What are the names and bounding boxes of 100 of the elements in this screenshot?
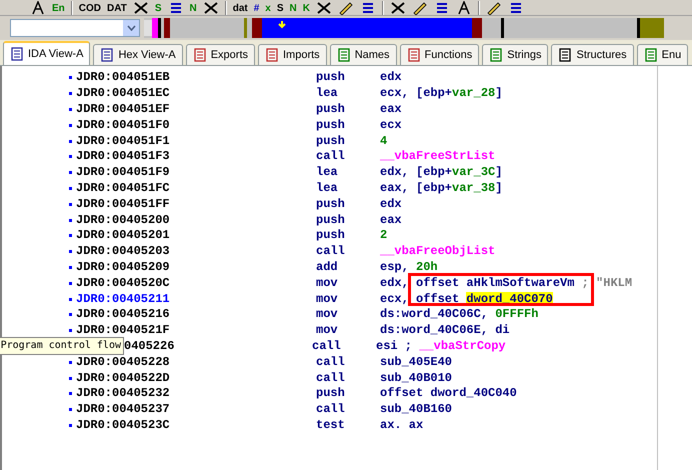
- tab[interactable]: Imports: [258, 44, 327, 65]
- tooltip: Program control flow: [0, 337, 124, 356]
- address[interactable]: JDR0:0040521F: [76, 323, 316, 338]
- tab[interactable]: Enu: [636, 44, 688, 65]
- bullet-icon: [69, 408, 72, 412]
- address[interactable]: 0405226: [124, 338, 312, 354]
- mnemonic: push: [316, 70, 346, 86]
- operand: ecx: [380, 118, 402, 133]
- operand: eax: [380, 102, 402, 117]
- operand: ax. ax: [380, 418, 424, 433]
- chevron-down-icon: [126, 25, 136, 31]
- operand: offset dword_40C040: [380, 386, 517, 402]
- tab-icon: [489, 48, 504, 62]
- address[interactable]: JDR0:004051F0: [76, 118, 316, 133]
- address[interactable]: JDR0:00405203: [76, 244, 316, 260]
- tab[interactable]: Structures: [551, 44, 634, 65]
- address[interactable]: JDR0:00405237: [76, 402, 316, 418]
- bullet-icon: [69, 376, 72, 380]
- operand: edx, offset aHklmSoftwareVm ; "HKLM: [380, 276, 632, 291]
- bullet-icon: [69, 76, 72, 80]
- bullet-icon: [69, 186, 72, 190]
- mnemonic: push: [316, 386, 346, 402]
- bullet-icon: [69, 392, 72, 396]
- toolbar-label[interactable]: #: [254, 3, 260, 15]
- operand: ecx, [ebp+var_28]: [380, 86, 502, 102]
- mnemonic: push: [316, 212, 346, 228]
- toolbar-icon[interactable]: [316, 1, 332, 15]
- operand: __vbaFreeStrList: [380, 149, 496, 164]
- operand: sub_405E40: [380, 354, 452, 370]
- mnemonic: call: [316, 402, 346, 418]
- operand: ecx, offset dword_40C070: [380, 292, 553, 307]
- bullet-icon: [69, 360, 72, 364]
- toolbar-label[interactable]: COD: [78, 3, 102, 15]
- bullet-icon: [69, 313, 72, 316]
- operand: esp, 20h: [380, 260, 438, 275]
- operand: sub_40B010: [380, 370, 452, 386]
- toolbar-icon[interactable]: [508, 1, 524, 15]
- toolbar-icon[interactable]: [390, 1, 406, 15]
- tab[interactable]: Strings: [482, 44, 548, 65]
- address[interactable]: JDR0:0040520C: [76, 276, 316, 291]
- mnemonic: lea: [316, 165, 339, 180]
- address[interactable]: JDR0:004051FC: [76, 180, 316, 196]
- address[interactable]: JDR0:004051EC: [76, 86, 316, 102]
- bullet-icon: [69, 298, 72, 301]
- address[interactable]: JDR0:004051F1: [76, 134, 316, 149]
- address[interactable]: JDR0:004051FF: [76, 196, 316, 212]
- bullet-icon: [69, 234, 72, 238]
- toolbar-icon[interactable]: [30, 1, 46, 15]
- mnemonic: lea: [316, 86, 339, 102]
- address[interactable]: JDR0:004051F3: [76, 149, 316, 164]
- bullet-icon: [69, 202, 72, 206]
- dropdown-button[interactable]: [123, 20, 139, 36]
- tab[interactable]: Names: [330, 44, 397, 65]
- address[interactable]: JDR0:0040522D: [76, 370, 316, 386]
- address[interactable]: JDR0:004051EB: [76, 70, 316, 86]
- toolbar-icon[interactable]: [202, 1, 219, 15]
- operand: ds:word_40C06C, 0FFFFh: [380, 307, 538, 322]
- address[interactable]: JDR0:0040523C: [76, 418, 316, 433]
- tab-icon: [558, 48, 572, 62]
- tab-icon: [265, 48, 279, 62]
- mnemonic: mov: [316, 292, 339, 307]
- operand: esi ; __vbaStrCopy: [376, 338, 506, 354]
- toolbar-icon[interactable]: [434, 1, 450, 15]
- tab[interactable]: IDA View-A: [3, 41, 90, 65]
- operand: edx: [380, 70, 402, 86]
- address[interactable]: JDR0:00405232: [76, 386, 316, 402]
- tab-icon: [406, 48, 421, 62]
- mnemonic: mov: [316, 276, 339, 291]
- bullet-icon: [69, 424, 72, 427]
- mnemonic: test: [316, 418, 346, 433]
- address[interactable]: JDR0:00405228: [76, 354, 316, 370]
- tab-icon: [100, 48, 114, 62]
- tab[interactable]: Functions: [400, 44, 480, 65]
- bullet-icon: [69, 92, 72, 96]
- bullet-icon: [69, 282, 72, 285]
- toolbar-label[interactable]: S: [276, 3, 284, 15]
- mnemonic: add: [316, 260, 339, 275]
- operand: edx: [380, 196, 402, 212]
- address[interactable]: JDR0:004051EF: [76, 102, 316, 117]
- tab[interactable]: Hex View-A: [93, 44, 183, 65]
- mnemonic: push: [316, 134, 346, 149]
- toolbar-icon[interactable]: [132, 1, 149, 15]
- address[interactable]: JDR0:00405209: [76, 260, 316, 275]
- bullet-icon: [69, 140, 72, 143]
- address[interactable]: JDR0:004051F9: [76, 165, 316, 180]
- operand: eax: [380, 212, 402, 228]
- address[interactable]: JDR0:00405216: [76, 307, 316, 322]
- tab[interactable]: Exports: [186, 44, 255, 65]
- toolbar-label[interactable]: DAT: [107, 3, 127, 15]
- address[interactable]: JDR0:00405200: [76, 212, 316, 228]
- mnemonic: push: [316, 102, 346, 117]
- address[interactable]: JDR0:00405211: [76, 292, 316, 307]
- operand: ds:word_40C06E, di: [380, 323, 510, 338]
- mnemonic: push: [316, 196, 346, 212]
- address[interactable]: JDR0:00405201: [76, 228, 316, 244]
- toolbar-label[interactable]: dat: [232, 3, 248, 15]
- mnemonic: lea: [316, 180, 339, 196]
- toolbar-icon[interactable]: [360, 1, 376, 15]
- operand: 2: [380, 228, 388, 244]
- toolbar-icon[interactable]: [456, 1, 472, 15]
